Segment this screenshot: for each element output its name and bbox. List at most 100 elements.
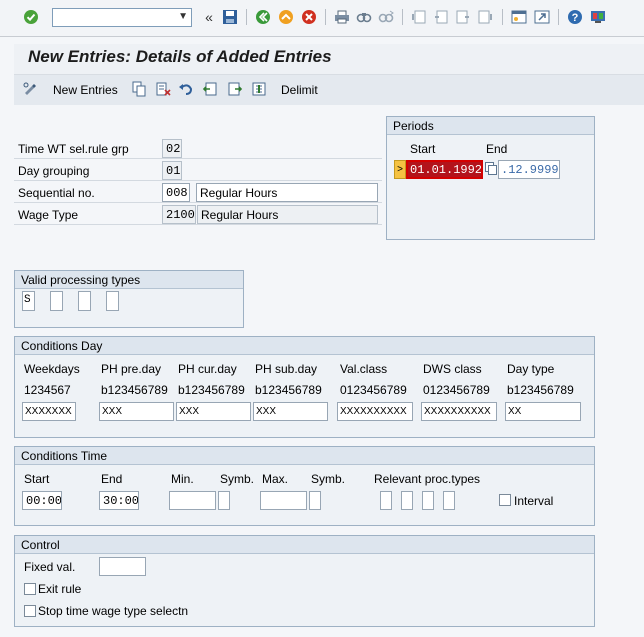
delimit-button[interactable]: Delimit	[281, 83, 318, 97]
divider	[14, 202, 382, 203]
divider	[14, 224, 382, 225]
conditions-time-title: Conditions Time	[15, 447, 594, 465]
back-icon[interactable]	[254, 8, 272, 26]
interval-label: Interval	[514, 494, 554, 508]
val-class-label: Val.class	[340, 362, 388, 376]
day-grouping-label: Day grouping	[18, 164, 90, 178]
ph-sub-day-field[interactable]: XXX	[253, 402, 328, 421]
valid-processing-title: Valid processing types	[15, 271, 243, 289]
ph-pre-day-field[interactable]: XXX	[99, 402, 174, 421]
relevant-proc-type-field[interactable]	[380, 491, 392, 510]
ph-pre-day-label: PH pre.day	[101, 362, 162, 376]
max-field[interactable]	[260, 491, 307, 510]
time-end-label: End	[101, 472, 123, 486]
period-end-field[interactable]: .12.9999	[498, 160, 560, 179]
prev-page-icon[interactable]	[432, 8, 450, 26]
dws-class-field[interactable]: XXXXXXXXXX	[421, 402, 497, 421]
exit-rule-checkbox[interactable]	[24, 583, 36, 595]
symb-max-field[interactable]	[309, 491, 321, 510]
copy-icon[interactable]	[485, 162, 497, 176]
page-title: New Entries: Details of Added Entries	[28, 47, 332, 66]
toolbar-separator	[402, 9, 403, 25]
relevant-proc-type-field[interactable]	[443, 491, 455, 510]
relevant-proc-type-field[interactable]	[401, 491, 413, 510]
weekdays-label: Weekdays	[24, 362, 80, 376]
time-wt-label: Time WT sel.rule grp	[18, 142, 129, 156]
stop-time-wage-type-label: Stop time wage type selectn	[38, 604, 189, 618]
symb-label: Symb.	[220, 472, 255, 486]
relevant-proc-type-field[interactable]	[422, 491, 434, 510]
ph-cur-day-field[interactable]: XXX	[176, 402, 251, 421]
save-icon[interactable]	[221, 8, 239, 26]
periods-title: Periods	[387, 117, 594, 135]
fixed-val-label: Fixed val.	[24, 560, 76, 574]
previous-entry-icon[interactable]	[202, 81, 218, 97]
weekdays-field[interactable]: XXXXXXX	[22, 402, 76, 421]
time-wt-field[interactable]: 02	[162, 139, 182, 158]
exit-icon[interactable]	[277, 8, 295, 26]
dropdown-icon[interactable]: ▼	[178, 11, 188, 22]
period-end-label: End	[486, 142, 508, 156]
shortcut-icon[interactable]	[533, 8, 551, 26]
command-field[interactable]: ▼	[52, 8, 192, 27]
interval-checkbox[interactable]	[499, 494, 511, 506]
toolbar-separator	[325, 9, 326, 25]
day-type-label: Day type	[507, 362, 555, 376]
processing-type-field[interactable]: S	[22, 291, 35, 311]
next-entry-icon[interactable]	[227, 81, 243, 97]
val-class-field[interactable]: XXXXXXXXXX	[337, 402, 413, 421]
min-field[interactable]	[169, 491, 216, 510]
symb-label: Symb.	[311, 472, 346, 486]
wage-type-field[interactable]: 2100	[162, 205, 196, 224]
conditions-day-title: Conditions Day	[15, 337, 594, 355]
copy-as-icon[interactable]	[131, 81, 147, 97]
find-icon[interactable]	[355, 8, 373, 26]
exit-rule-label: Exit rule	[38, 582, 82, 596]
ph-cur-day-label: PH cur.day	[178, 362, 237, 376]
undo-change-icon[interactable]	[178, 81, 194, 97]
ph-sub-day-label: PH sub.day	[255, 362, 318, 376]
dws-class-label: DWS class	[423, 362, 482, 376]
min-label: Min.	[171, 472, 194, 486]
time-end-field[interactable]: 30:00	[99, 491, 139, 510]
time-start-field[interactable]: 00:00	[22, 491, 62, 510]
new-entries-button[interactable]: New Entries	[53, 83, 118, 97]
delimit-icon[interactable]	[251, 81, 267, 97]
sequential-label: Sequential no.	[18, 186, 95, 200]
processing-type-field[interactable]	[106, 291, 119, 311]
symb-min-field[interactable]	[218, 491, 230, 510]
wage-type-text-field: Regular Hours	[197, 205, 378, 224]
check-icon[interactable]	[22, 8, 40, 26]
day-grouping-field[interactable]: 01	[162, 161, 182, 180]
day-type-field[interactable]: XX	[505, 402, 581, 421]
back-double-icon[interactable]: «	[200, 8, 218, 26]
toolbar-separator	[246, 9, 247, 25]
new-session-icon[interactable]	[510, 8, 528, 26]
toolbar-separator	[502, 9, 503, 25]
next-page-icon[interactable]	[454, 8, 472, 26]
processing-type-field[interactable]	[78, 291, 91, 311]
day-type-hint: b123456789	[507, 383, 574, 397]
fixed-val-field[interactable]	[99, 557, 146, 576]
sequential-text-field[interactable]: Regular Hours	[196, 183, 378, 202]
max-label: Max.	[262, 472, 289, 486]
selection-marker: >	[394, 160, 406, 179]
help-icon[interactable]: ?	[566, 8, 584, 26]
control-title: Control	[15, 536, 594, 554]
display-change-icon[interactable]	[22, 81, 38, 97]
customize-icon[interactable]	[589, 8, 607, 26]
period-start-field[interactable]: 01.01.1992	[406, 160, 483, 179]
last-page-icon[interactable]	[476, 8, 494, 26]
sequential-field[interactable]: 008	[162, 183, 190, 202]
processing-type-field[interactable]	[50, 291, 63, 311]
valid-processing-group: Valid processing types	[14, 270, 244, 328]
wage-type-label: Wage Type	[18, 208, 79, 222]
first-page-icon[interactable]	[410, 8, 428, 26]
delete-icon[interactable]	[155, 81, 171, 97]
print-icon[interactable]	[333, 8, 351, 26]
stop-time-wage-type-checkbox[interactable]	[24, 605, 36, 617]
find-next-icon[interactable]	[377, 8, 395, 26]
ph-cur-day-hint: b123456789	[178, 383, 245, 397]
divider	[14, 158, 382, 159]
cancel-icon[interactable]	[300, 8, 318, 26]
